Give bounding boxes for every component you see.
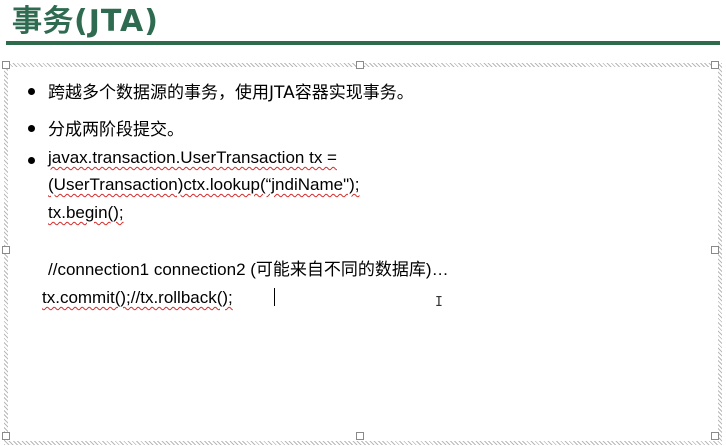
resize-handle-bottom-left[interactable] bbox=[2, 432, 10, 440]
text-caret bbox=[274, 288, 275, 306]
resize-handle-bottom-right[interactable] bbox=[711, 432, 719, 440]
code-line-1[interactable]: javax.transaction.UserTransaction tx = bbox=[48, 148, 337, 168]
bullet-dot bbox=[28, 157, 35, 164]
resize-handle-top-left[interactable] bbox=[2, 61, 10, 69]
code-line-2[interactable]: (UserTransaction)ctx.lookup(“jndiName"); bbox=[48, 175, 360, 195]
code-line-3[interactable]: tx.begin(); bbox=[48, 203, 124, 223]
i-beam-cursor-icon: I bbox=[435, 295, 443, 310]
bullet-dot bbox=[28, 88, 35, 95]
slide-title: 事务(JTA) bbox=[12, 4, 159, 39]
title-rule bbox=[6, 41, 720, 45]
code-line-4[interactable]: //connection1 connection2 (可能来自不同的数据库)… bbox=[48, 255, 449, 280]
resize-handle-top-right[interactable] bbox=[711, 61, 719, 69]
resize-handle-middle-left[interactable] bbox=[2, 246, 10, 254]
code-line-5[interactable]: tx.commit();//tx.rollback(); bbox=[42, 288, 233, 308]
resize-handle-bottom-center[interactable] bbox=[356, 432, 364, 440]
bullet-text-2[interactable]: 分成两阶段提交。 bbox=[48, 115, 184, 140]
bullet-dot bbox=[28, 125, 35, 132]
resize-handle-middle-right[interactable] bbox=[711, 246, 719, 254]
bullet-text-1[interactable]: 跨越多个数据源的事务，使用JTA容器实现事务。 bbox=[48, 78, 414, 103]
resize-handle-top-center[interactable] bbox=[356, 61, 364, 69]
